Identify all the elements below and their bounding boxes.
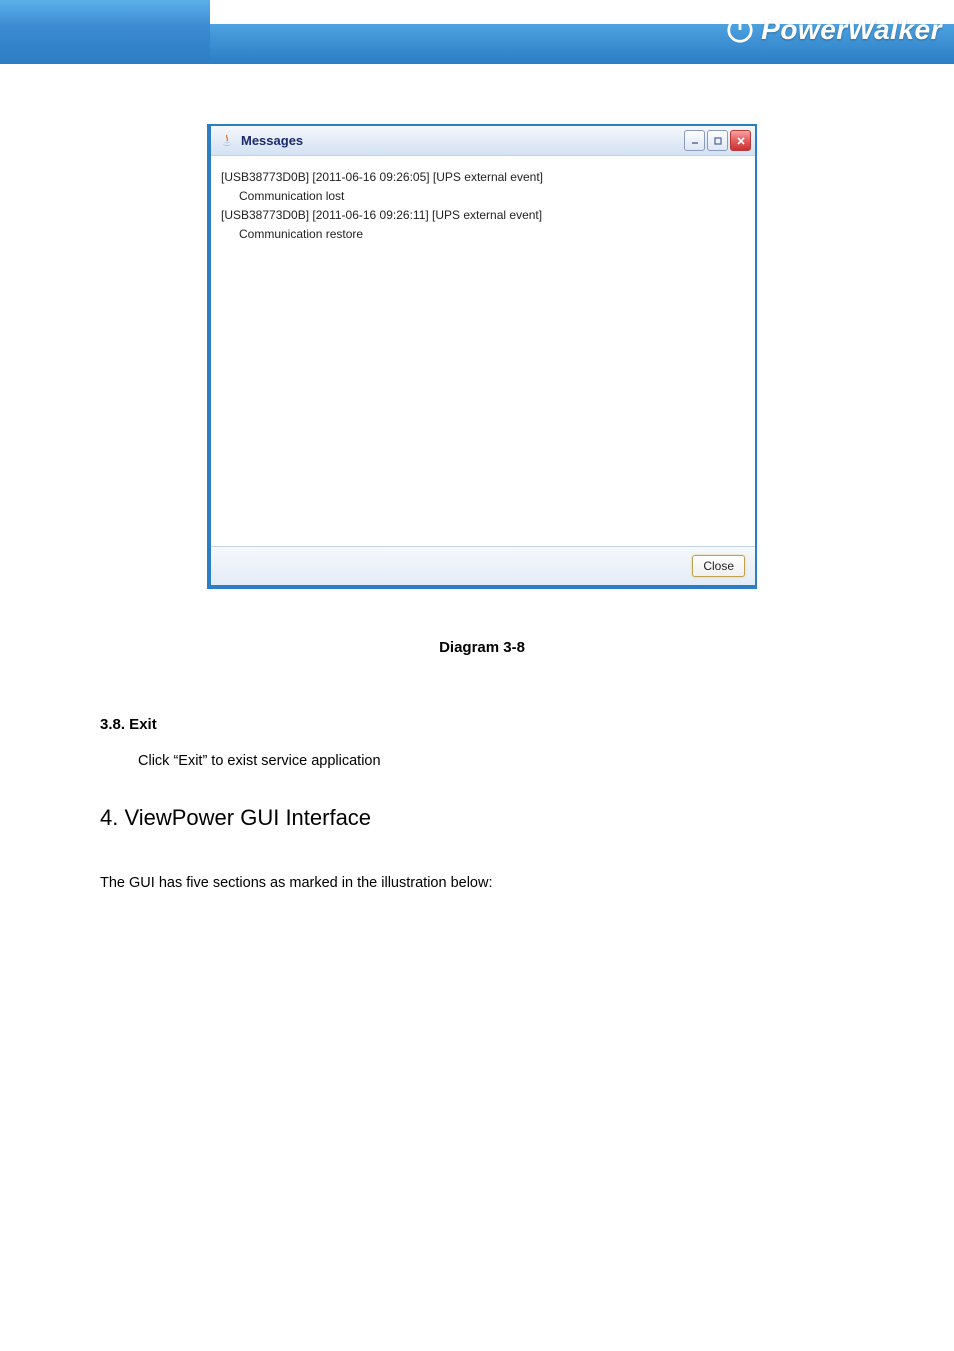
dialog-figure: Messages [USB38773D0B] [2011-06-16 09:26… xyxy=(100,124,864,589)
dialog-title: Messages xyxy=(241,133,684,148)
close-button[interactable]: Close xyxy=(692,555,745,577)
header-notch xyxy=(0,0,210,64)
maximize-button[interactable] xyxy=(707,130,728,151)
window-controls xyxy=(684,130,751,151)
brand-name: PowerWalker xyxy=(761,14,942,46)
dialog-footer: Close xyxy=(211,546,755,585)
section-body-3-8: Click “Exit” to exist service applicatio… xyxy=(138,753,864,769)
chapter-heading-4: 4. ViewPower GUI Interface xyxy=(100,805,864,831)
message-detail: Communication lost xyxy=(221,187,745,205)
figure-caption: Diagram 3-8 xyxy=(100,639,864,656)
minimize-button[interactable] xyxy=(684,130,705,151)
message-header: [USB38773D0B] [2011-06-16 09:26:11] [UPS… xyxy=(221,206,745,224)
java-icon xyxy=(219,133,235,149)
close-window-button[interactable] xyxy=(730,130,751,151)
brand-logo: PowerWalker xyxy=(725,14,942,46)
messages-dialog: Messages [USB38773D0B] [2011-06-16 09:26… xyxy=(207,124,757,589)
page-content: Messages [USB38773D0B] [2011-06-16 09:26… xyxy=(0,64,954,1091)
power-icon xyxy=(725,15,755,45)
section-heading-3-8: 3.8. Exit xyxy=(100,716,864,733)
chapter-4-intro: The GUI has five sections as marked in t… xyxy=(100,875,864,891)
dialog-body: [USB38773D0B] [2011-06-16 09:26:05] [UPS… xyxy=(211,156,755,546)
page-header: PowerWalker xyxy=(0,0,954,64)
dialog-titlebar: Messages xyxy=(211,126,755,156)
message-header: [USB38773D0B] [2011-06-16 09:26:05] [UPS… xyxy=(221,168,745,186)
message-detail: Communication restore xyxy=(221,225,745,243)
